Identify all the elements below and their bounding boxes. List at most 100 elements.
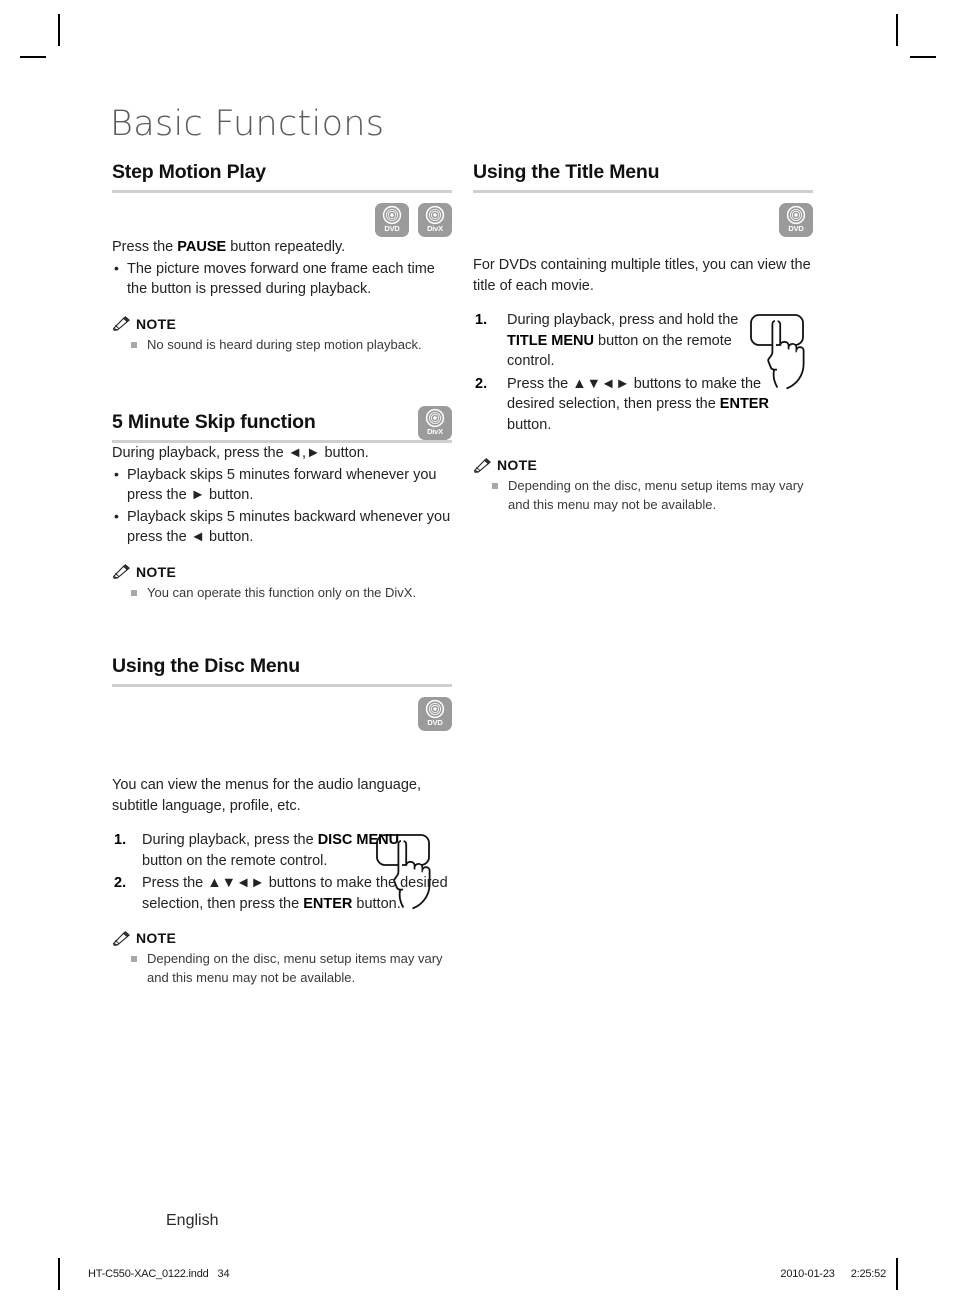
step-emphasis: DISC MENU	[317, 832, 400, 848]
heading-rule	[112, 684, 452, 687]
divx-disc-icon: DivX	[418, 406, 452, 440]
imprint-line: HT-C550-XAC_0122.indd 34	[88, 1268, 230, 1280]
step-number: 2.	[114, 875, 127, 891]
note-block: NOTE Depending on the disc, menu setup i…	[112, 930, 452, 987]
list-item: Playback skips 5 minutes backward whenev…	[112, 506, 452, 548]
step-text-tail: button.	[352, 895, 401, 912]
arrow-glyphs-icon: ▲▼◄►	[572, 375, 630, 392]
bullet-list: The picture moves forward one frame each…	[112, 258, 452, 300]
section-heading: Using the Title Menu	[473, 161, 660, 183]
note-header: NOTE	[112, 564, 452, 580]
list-item: Depending on the disc, menu setup items …	[473, 477, 813, 514]
step-text-tail: button.	[507, 416, 552, 433]
pencil-icon	[112, 564, 130, 579]
imprint-filename: HT-C550-XAC_0122.indd	[88, 1268, 209, 1280]
steps-with-illustration: 1. During playback, press and hold the TI…	[473, 310, 813, 435]
note-block: NOTE You can operate this function only …	[112, 564, 452, 603]
note-label: NOTE	[136, 563, 177, 580]
section-heading: Using the Disc Menu	[112, 655, 300, 677]
step-text-tail: button on the remote control.	[142, 852, 328, 869]
disc-badge-label: DVD	[427, 718, 443, 727]
section-heading: 5 Minute Skip function	[112, 411, 316, 433]
disc-badge-row: DVD	[473, 203, 813, 237]
section-step-motion-play: Step Motion Play DVD DivX Press the PAUS…	[112, 160, 452, 354]
language-footer: English	[166, 1212, 219, 1229]
right-column: Using the Title Menu DVD For DVDs contai…	[473, 160, 813, 514]
note-item-list: You can operate this function only on th…	[112, 584, 452, 603]
disc-badge-row: DivX	[418, 406, 452, 440]
step-number: 1.	[475, 312, 488, 328]
lead-text-tail: button repeatedly.	[226, 239, 346, 255]
note-header: NOTE	[473, 457, 813, 473]
heading-rule	[112, 190, 452, 193]
section-heading: Step Motion Play	[112, 161, 266, 183]
arrow-glyphs-icon: ◄,►	[287, 445, 321, 461]
list-item: Playback skips 5 minutes forward wheneve…	[112, 464, 452, 506]
pencil-icon	[112, 316, 130, 331]
note-label: NOTE	[497, 457, 538, 473]
step-text: During playback, press and hold the	[507, 312, 739, 328]
step-emphasis: ENTER	[719, 396, 769, 412]
step-text: Press the	[142, 875, 208, 891]
dvd-disc-icon: DVD	[375, 203, 409, 237]
section-lead-paragraph: For DVDs containing multiple titles, you…	[473, 257, 811, 294]
lead-text: Press the	[112, 239, 178, 255]
list-item: The picture moves forward one frame each…	[112, 258, 452, 300]
list-item: 2. Press the ▲▼◄► buttons to make the des…	[473, 374, 779, 436]
list-item: No sound is heard during step motion pla…	[112, 336, 452, 355]
disc-badge-label: DivX	[427, 224, 443, 233]
note-header: NOTE	[112, 930, 452, 946]
print-timestamp: 2010-01-23 2:25:52	[780, 1268, 886, 1280]
left-column: Step Motion Play DVD DivX Press the PAUS…	[112, 160, 452, 987]
arrow-glyphs-icon: ▲▼◄►	[207, 875, 265, 891]
steps-with-illustration: 1. During playback, press the DISC MENU b…	[112, 830, 452, 914]
imprint-page-number: 34	[217, 1268, 230, 1280]
step-emphasis: TITLE MENU	[507, 332, 594, 349]
divx-disc-icon: DivX	[418, 203, 452, 237]
note-item-list: No sound is heard during step motion pla…	[112, 336, 452, 355]
disc-badge-label: DVD	[384, 224, 400, 233]
list-item: 2. Press the ▲▼◄► buttons to make the des…	[112, 873, 452, 914]
list-item: 1. During playback, press and hold the TI…	[473, 310, 779, 372]
print-date: 2010-01-23	[780, 1268, 835, 1280]
section-using-title-menu: Using the Title Menu DVD For DVDs contai…	[473, 160, 813, 514]
list-item: Depending on the disc, menu setup items …	[112, 950, 452, 987]
lead-text-tail: button.	[320, 445, 369, 461]
disc-badge-row: DVD DivX	[112, 203, 452, 237]
disc-badge-label: DVD	[788, 224, 804, 233]
section-five-minute-skip: 5 Minute Skip function DivX During playb…	[112, 406, 452, 602]
note-item-list: Depending on the disc, menu setup items …	[112, 950, 452, 987]
section-lead-paragraph: You can view the menus for the audio lan…	[112, 777, 422, 814]
print-time: 2:25:52	[850, 1268, 887, 1280]
section-lead-paragraph: Press the PAUSE button repeatedly.	[112, 237, 452, 258]
manual-page: Basic Functions Step Motion Play DVD Div…	[0, 0, 954, 1307]
section-using-disc-menu: Using the Disc Menu DVD You can view the…	[112, 654, 452, 987]
page-title: Basic Functions	[110, 104, 385, 144]
disc-badge-label: DivX	[427, 427, 443, 436]
list-item: 1. During playback, press the DISC MENU b…	[112, 830, 400, 871]
bullet-list: Playback skips 5 minutes forward wheneve…	[112, 464, 452, 548]
section-lead-paragraph: During playback, press the ◄,► button.	[112, 443, 452, 464]
step-number: 2.	[475, 375, 488, 392]
heading-row: 5 Minute Skip function DivX	[112, 406, 452, 440]
pencil-icon	[112, 930, 130, 946]
lead-emphasis: PAUSE	[177, 239, 227, 255]
note-block: NOTE Depending on the disc, menu setup i…	[473, 457, 813, 514]
lead-text: During playback, press the	[112, 445, 288, 461]
note-item-list: Depending on the disc, menu setup items …	[473, 477, 813, 514]
note-block: NOTE No sound is heard during step motio…	[112, 316, 452, 355]
step-text: During playback, press the	[142, 832, 318, 848]
disc-badge-row: DVD	[112, 697, 452, 731]
dvd-disc-icon: DVD	[418, 697, 452, 731]
step-text: Press the	[507, 375, 573, 392]
note-label: NOTE	[136, 315, 177, 332]
note-label: NOTE	[136, 930, 177, 946]
heading-rule	[473, 190, 813, 193]
dvd-disc-icon: DVD	[779, 203, 813, 237]
step-emphasis: ENTER	[303, 895, 353, 912]
note-header: NOTE	[112, 316, 452, 332]
pencil-icon	[473, 457, 491, 473]
step-number: 1.	[114, 832, 127, 848]
